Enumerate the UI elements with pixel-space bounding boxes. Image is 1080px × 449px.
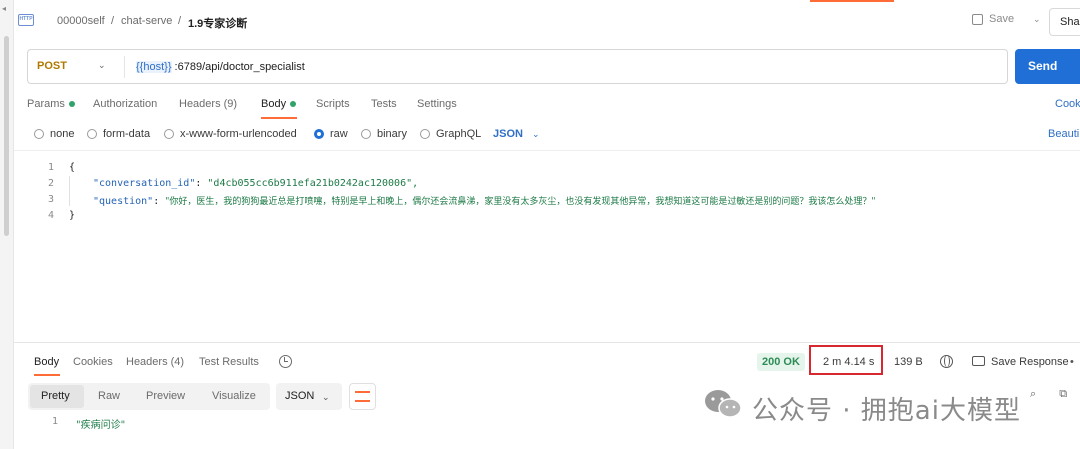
breadcrumb-collection[interactable]: chat-serve (121, 15, 172, 27)
mode-urlencoded[interactable]: x-www-form-urlencoded (164, 128, 297, 140)
tab-label: Body (261, 98, 287, 110)
tab-authorization[interactable]: Authorization (93, 98, 157, 110)
url-variable: {{host}} (136, 61, 172, 73)
save-button[interactable]: Save (972, 13, 1014, 25)
tab-body[interactable]: Body (261, 98, 297, 110)
mode-label: raw (330, 128, 348, 140)
chevron-down-icon[interactable]: ⌄ (98, 60, 106, 71)
tab-underline (261, 117, 297, 119)
response-body-text[interactable]: "疾病问诊" (76, 416, 125, 431)
radio[interactable] (34, 129, 44, 139)
status-badge[interactable]: 200 OK (757, 353, 805, 371)
status-dot (290, 101, 297, 108)
active-tab-indicator (810, 0, 894, 2)
share-button[interactable]: Sha (1049, 8, 1080, 36)
line-number: 1 (51, 416, 58, 427)
breadcrumb-separator: / (111, 15, 115, 27)
mode-label: none (50, 128, 75, 140)
tab-headers[interactable]: Headers (9) (179, 98, 237, 110)
line-number: 3 (47, 194, 54, 205)
response-time[interactable]: 2 m 4.14 s (823, 356, 874, 368)
response-size[interactable]: 139 B (894, 356, 923, 368)
tab-params[interactable]: Params (27, 98, 75, 110)
radio[interactable] (361, 129, 371, 139)
mode-raw[interactable]: raw (314, 128, 348, 140)
code-line[interactable]: "question": "你好，医生，我的狗狗最近总是打喷嚏，特别是早上和晚上，… (93, 194, 876, 207)
view-mode-group: Pretty Raw Preview Visualize (28, 383, 270, 410)
tab-tests[interactable]: Tests (371, 98, 397, 110)
wrap-lines-icon (355, 391, 370, 402)
copy-icon[interactable]: ⌕ ⧉ (1030, 388, 1077, 401)
mode-label: binary (377, 128, 407, 140)
url-path: :6789/api/doctor_specialist (171, 61, 305, 73)
watermark-text: 公众号 · 拥抱ai大模型 (752, 396, 1021, 426)
method-select[interactable]: POST (37, 60, 67, 72)
mode-binary[interactable]: binary (361, 128, 407, 140)
globe-icon[interactable] (940, 355, 953, 368)
tab-underline (34, 374, 60, 376)
line-number: 4 (47, 210, 54, 221)
collapse-arrow-icon[interactable]: ◂ (2, 4, 6, 13)
scrollbar-thumb[interactable] (4, 36, 9, 236)
status-dot (68, 101, 75, 108)
json-value: "d4cb055cc6b911efa21b0242ac120006", (207, 178, 419, 189)
radio[interactable] (87, 129, 97, 139)
response-tab-test-results[interactable]: Test Results (199, 356, 259, 368)
divider (14, 150, 1080, 151)
more-icon[interactable]: • (1070, 356, 1074, 368)
http-icon: HTTP (18, 14, 34, 26)
mode-none[interactable]: none (34, 128, 74, 140)
json-colon: : (153, 196, 166, 207)
code-line[interactable]: { (69, 162, 75, 173)
breadcrumb-separator: / (178, 15, 182, 27)
mode-label: form-data (103, 128, 151, 140)
mode-graphql[interactable]: GraphQL (420, 128, 481, 140)
save-label: Save (989, 13, 1015, 25)
response-tab-headers[interactable]: Headers (4) (126, 356, 184, 368)
chevron-down-icon[interactable]: ⌄ (1033, 14, 1041, 25)
chevron-down-icon[interactable]: ⌄ (532, 129, 540, 140)
history-icon[interactable] (279, 355, 292, 368)
code-line[interactable]: } (69, 210, 75, 221)
radio[interactable] (420, 129, 430, 139)
breadcrumb-request[interactable]: 1.9专家诊断 (188, 15, 247, 31)
json-key: "question" (93, 196, 154, 207)
tab-scripts[interactable]: Scripts (316, 98, 350, 110)
tab-label: Params (27, 98, 65, 110)
response-tab-cookies[interactable]: Cookies (73, 356, 113, 368)
save-response-icon (972, 356, 985, 366)
cookies-link[interactable]: Cook (1055, 98, 1080, 110)
send-button[interactable]: Send (1015, 49, 1080, 84)
body-type-select[interactable]: JSON (493, 128, 523, 140)
breadcrumb-workspace[interactable]: 00000self (57, 15, 105, 27)
tab-settings[interactable]: Settings (417, 98, 457, 110)
wechat-icon (705, 390, 742, 418)
radio-selected[interactable] (314, 129, 324, 139)
line-number: 1 (47, 162, 54, 173)
response-tab-body[interactable]: Body (34, 356, 59, 368)
mode-label: x-www-form-urlencoded (180, 128, 297, 140)
mode-label: GraphQL (436, 128, 482, 140)
save-response-button[interactable]: Save Response (991, 356, 1069, 368)
url-bar: POST ⌄ {{host}} :6789/api/doctor_special… (27, 49, 1008, 84)
json-key: "conversation_id" (93, 178, 196, 189)
json-colon: : (195, 178, 208, 189)
response-format-select[interactable]: JSON (276, 383, 342, 410)
code-line[interactable]: "conversation_id": "d4cb055cc6b911efa21b… (93, 178, 418, 189)
json-value: "你好，医生，我的狗狗最近总是打喷嚏，特别是早上和晚上，偶尔还会流鼻涕，家里没有… (165, 197, 876, 207)
view-pretty[interactable]: Pretty (41, 390, 70, 402)
line-number: 2 (47, 178, 54, 189)
chevron-down-icon[interactable]: ⌄ (322, 392, 330, 403)
radio[interactable] (164, 129, 174, 139)
view-visualize[interactable]: Visualize (212, 390, 256, 402)
mode-form-data[interactable]: form-data (87, 128, 150, 140)
view-raw[interactable]: Raw (98, 390, 120, 402)
indent-guide (69, 176, 70, 206)
divider (14, 342, 1080, 343)
beautify-link[interactable]: Beauti (1048, 128, 1079, 140)
save-icon (972, 13, 983, 25)
divider (124, 56, 125, 78)
view-preview[interactable]: Preview (146, 390, 185, 402)
url-input[interactable]: {{host}} :6789/api/doctor_specialist (136, 61, 305, 73)
